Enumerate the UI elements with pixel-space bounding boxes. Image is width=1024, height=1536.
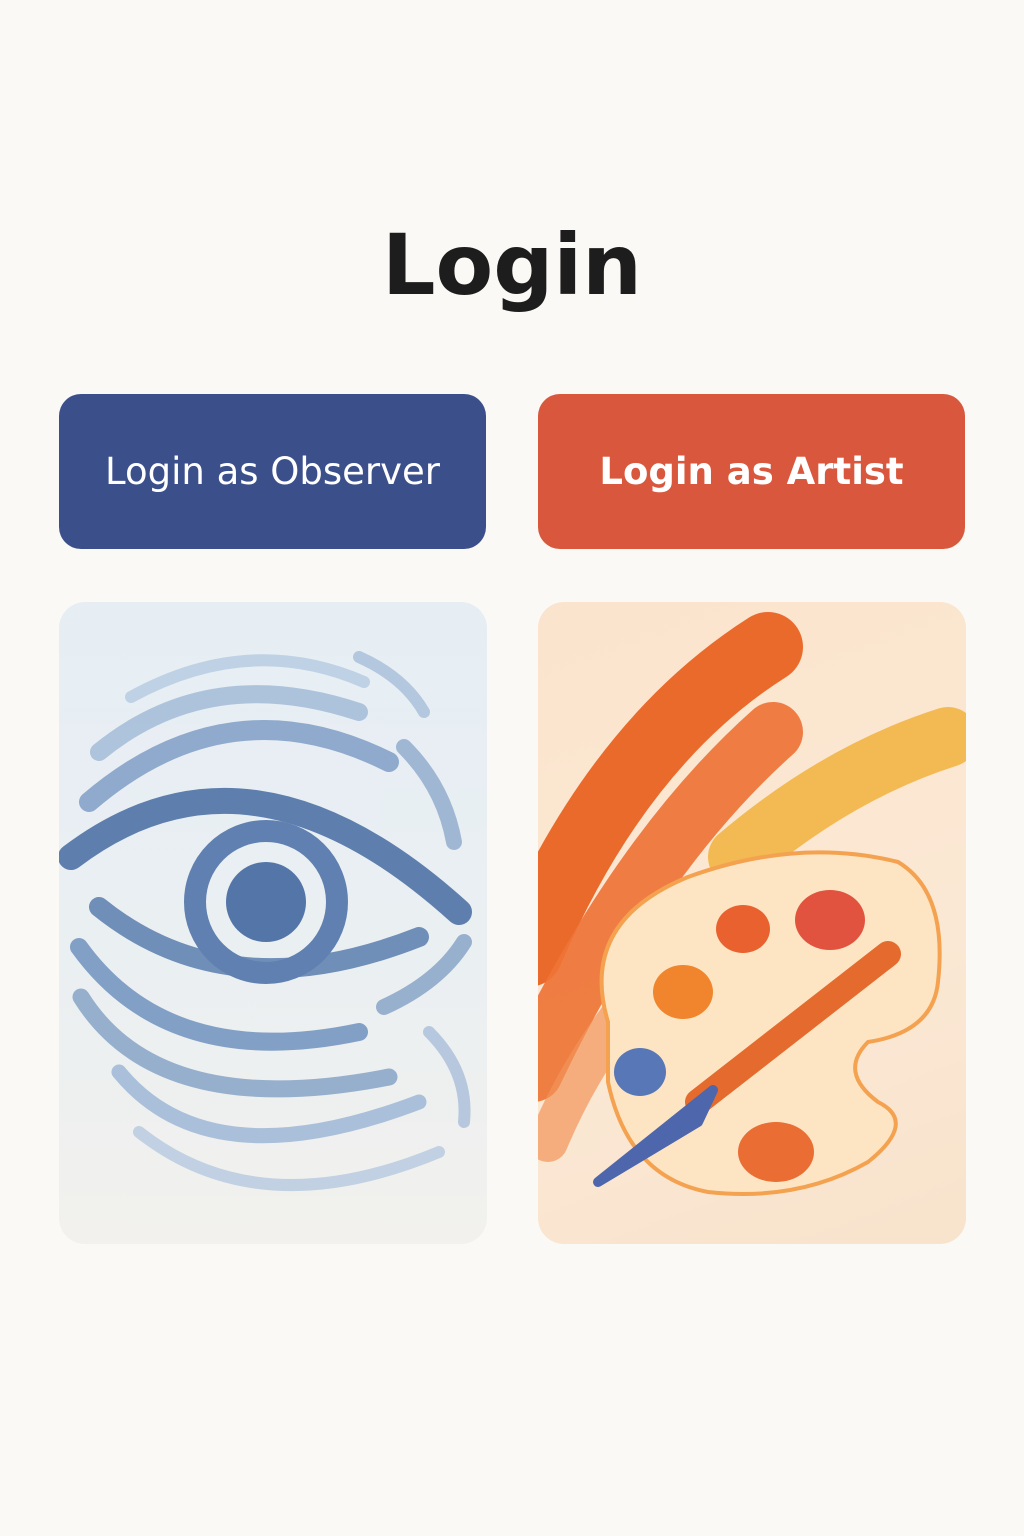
- artist-card[interactable]: [538, 602, 966, 1244]
- login-as-artist-button[interactable]: Login as Artist: [538, 394, 965, 549]
- observer-card[interactable]: [59, 602, 487, 1244]
- page-title: Login: [382, 216, 642, 314]
- paint-palette-icon: [538, 612, 966, 1196]
- login-as-observer-button[interactable]: Login as Observer: [59, 394, 486, 549]
- eye-icon: [59, 651, 472, 1192]
